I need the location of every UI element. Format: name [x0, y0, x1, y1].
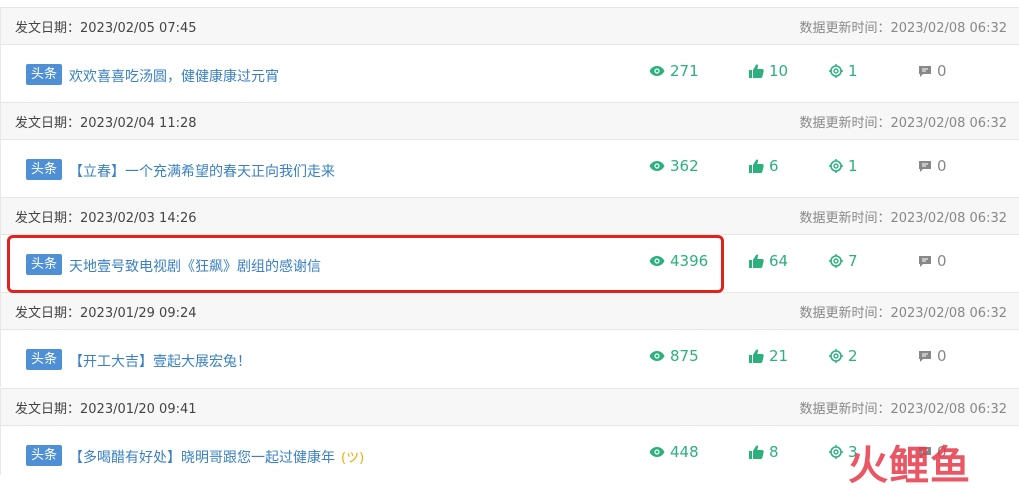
article-title-link[interactable]: 【立春】一个充满希望的春天正向我们走来 — [69, 161, 335, 181]
thumbs-up-icon — [749, 445, 764, 459]
article-title-link[interactable]: 欢欢喜喜吃汤圆，健健康康过元宵 — [69, 66, 279, 86]
likes-count: 64 — [769, 252, 789, 270]
article-group: 发文日期：2023/02/05 07:45 数据更新时间：2023/02/08 … — [0, 7, 1019, 102]
likes-stat: 21 — [749, 347, 788, 365]
group-header: 发文日期：2023/02/04 11:28 数据更新时间：2023/02/08 … — [1, 102, 1019, 140]
share-icon — [829, 254, 843, 268]
smile-emoji-icon: (ツ) — [341, 451, 365, 466]
comment-icon — [919, 160, 931, 172]
update-time: 数据更新时间：2023/02/08 06:32 — [799, 210, 1007, 226]
watermark-logo: 火鲤鱼 — [848, 443, 971, 489]
likes-stat: 10 — [749, 62, 788, 80]
headline-tag: 头条 — [26, 445, 63, 466]
group-header: 发文日期：2023/01/20 09:41 数据更新时间：2023/02/08 … — [1, 388, 1019, 426]
shares-count: 7 — [848, 252, 858, 270]
article-row: 头条 【开工大吉】壹起大展宏兔！ 875 21 2 0 — [1, 330, 1019, 387]
post-date: 发文日期：2023/01/29 09:24 — [15, 305, 197, 321]
share-icon — [829, 349, 843, 363]
comments-stat: 0 — [918, 157, 947, 175]
thumbs-up-icon — [749, 159, 764, 173]
views-stat: 875 — [649, 347, 699, 365]
eye-icon — [649, 66, 665, 76]
share-icon — [829, 159, 843, 173]
article-group: 发文日期：2023/02/04 11:28 数据更新时间：2023/02/08 … — [0, 102, 1019, 197]
article-title-link[interactable]: 【开工大吉】壹起大展宏兔！ — [69, 351, 251, 371]
comment-icon — [919, 65, 931, 77]
post-date: 发文日期：2023/01/20 09:41 — [15, 401, 197, 417]
comment-icon — [919, 350, 931, 362]
update-time: 数据更新时间：2023/02/08 06:32 — [799, 401, 1007, 417]
views-count: 448 — [670, 443, 699, 461]
thumbs-up-icon — [749, 64, 764, 78]
shares-stat: 7 — [829, 252, 858, 270]
comments-count: 0 — [937, 62, 947, 80]
views-stat: 271 — [649, 62, 699, 80]
likes-count: 8 — [769, 443, 779, 461]
likes-count: 21 — [769, 347, 789, 365]
headline-tag: 头条 — [26, 349, 63, 370]
post-date: 发文日期：2023/02/03 14:26 — [15, 210, 197, 226]
article-title-link[interactable]: 【多喝醋有好处】晓明哥跟您一起过健康年 (ツ) — [69, 447, 364, 467]
thumbs-up-icon — [749, 349, 764, 363]
thumbs-up-icon — [749, 254, 764, 268]
likes-stat: 6 — [749, 157, 779, 175]
shares-count: 2 — [848, 347, 858, 365]
post-date: 发文日期：2023/02/04 11:28 — [15, 115, 197, 131]
group-header: 发文日期：2023/02/03 14:26 数据更新时间：2023/02/08 … — [1, 197, 1019, 235]
shares-count: 1 — [848, 62, 858, 80]
eye-icon — [649, 351, 665, 361]
share-icon — [829, 445, 843, 459]
article-title-text: 【多喝醋有好处】晓明哥跟您一起过健康年 — [69, 450, 335, 466]
shares-stat: 2 — [829, 347, 858, 365]
likes-count: 6 — [769, 157, 779, 175]
share-icon — [829, 64, 843, 78]
highlight-box — [7, 235, 724, 293]
comments-stat: 0 — [918, 347, 947, 365]
eye-icon — [649, 447, 665, 457]
comments-count: 0 — [937, 252, 947, 270]
views-stat: 362 — [649, 157, 699, 175]
likes-stat: 64 — [749, 252, 788, 270]
group-header: 发文日期：2023/02/05 07:45 数据更新时间：2023/02/08 … — [1, 7, 1019, 45]
likes-count: 10 — [769, 62, 789, 80]
comments-count: 0 — [937, 157, 947, 175]
comments-stat: 0 — [918, 252, 947, 270]
headline-tag: 头条 — [26, 159, 63, 180]
post-date: 发文日期：2023/02/05 07:45 — [15, 20, 197, 36]
update-time: 数据更新时间：2023/02/08 06:32 — [799, 115, 1007, 131]
shares-stat: 1 — [829, 157, 858, 175]
update-time: 数据更新时间：2023/02/08 06:32 — [799, 305, 1007, 321]
article-row: 头条 【立春】一个充满希望的春天正向我们走来 362 6 1 0 — [1, 140, 1019, 197]
shares-stat: 1 — [829, 62, 858, 80]
comment-icon — [919, 255, 931, 267]
views-count: 875 — [670, 347, 699, 365]
shares-count: 1 — [848, 157, 858, 175]
views-count: 271 — [670, 62, 699, 80]
group-header: 发文日期：2023/01/29 09:24 数据更新时间：2023/02/08 … — [1, 292, 1019, 330]
article-group: 发文日期：2023/01/29 09:24 数据更新时间：2023/02/08 … — [0, 292, 1019, 387]
comments-count: 0 — [937, 347, 947, 365]
comments-stat: 0 — [918, 62, 947, 80]
update-time: 数据更新时间：2023/02/08 06:32 — [799, 20, 1007, 36]
views-stat: 448 — [649, 443, 699, 461]
headline-tag: 头条 — [26, 64, 63, 85]
views-count: 362 — [670, 157, 699, 175]
likes-stat: 8 — [749, 443, 779, 461]
article-row: 头条 欢欢喜喜吃汤圆，健健康康过元宵 271 10 1 0 — [1, 45, 1019, 102]
eye-icon — [649, 161, 665, 171]
